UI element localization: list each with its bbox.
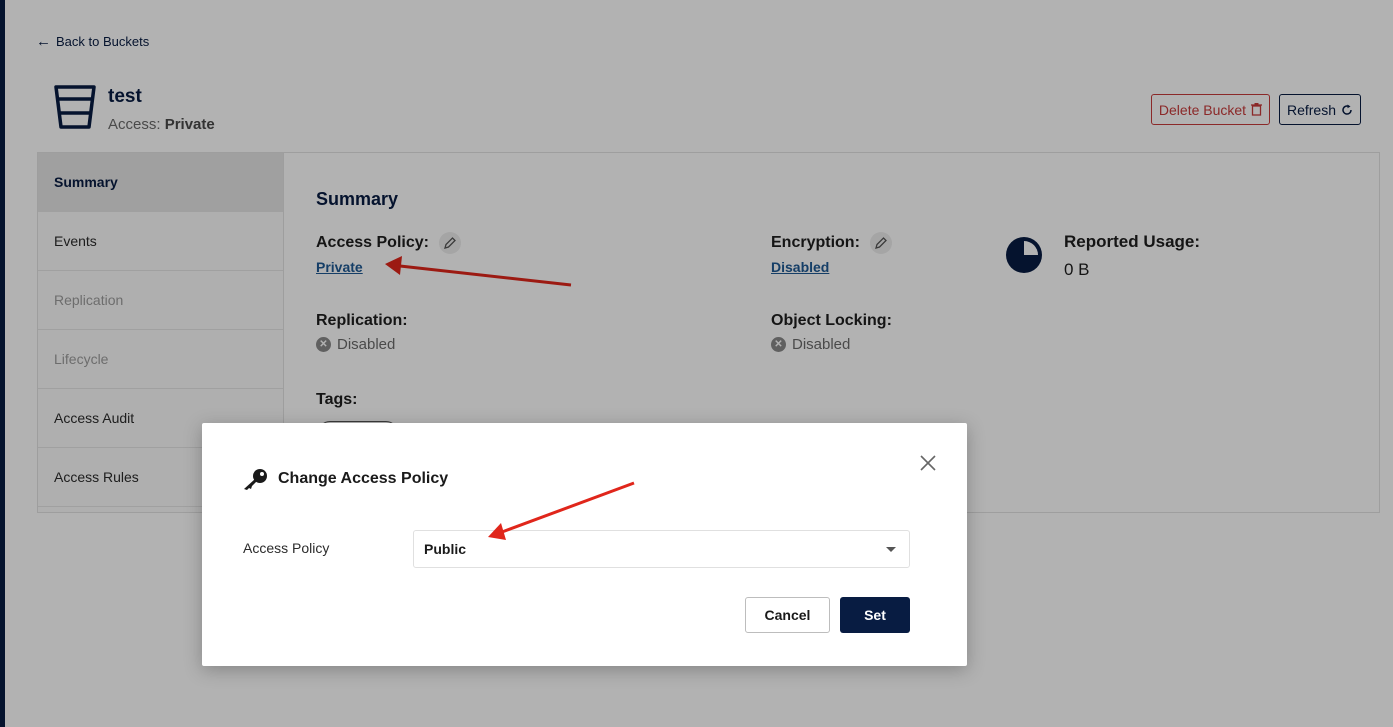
dialog-title-text: Change Access Policy: [278, 470, 449, 487]
cancel-button[interactable]: Cancel: [745, 597, 830, 633]
chevron-down-icon: [886, 547, 896, 552]
set-button[interactable]: Set: [840, 597, 910, 633]
access-policy-select[interactable]: Public: [413, 530, 910, 568]
change-access-policy-dialog: Change Access Policy Access Policy Publi…: [202, 423, 967, 666]
key-icon: [244, 469, 267, 490]
close-icon[interactable]: [917, 452, 939, 474]
access-policy-selected-value: Public: [424, 541, 467, 557]
dialog-title: Change Access Policy: [241, 467, 448, 491]
access-policy-field-label: Access Policy: [243, 540, 330, 556]
